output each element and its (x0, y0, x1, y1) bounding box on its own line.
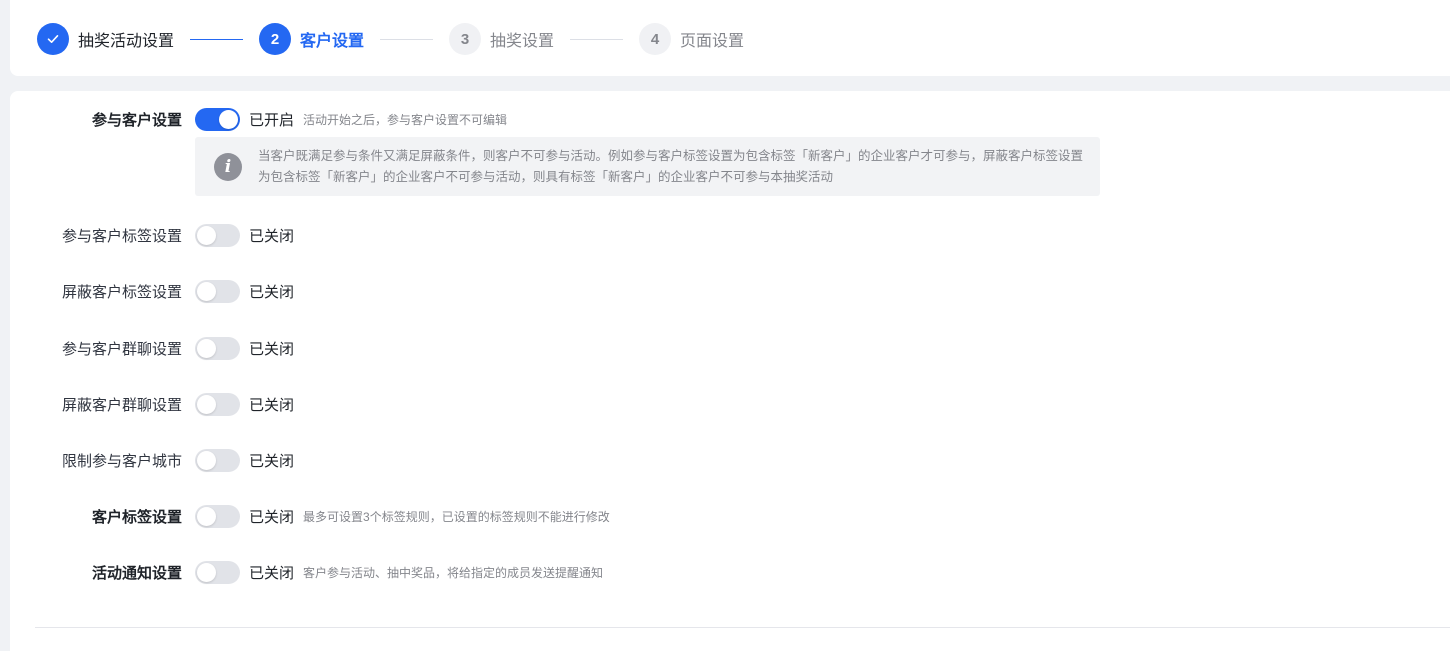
blocked-group-toggle[interactable] (195, 392, 240, 416)
participant-tag-status: 已关闭 (249, 227, 295, 245)
notification-hint: 客户参与活动、抽中奖品，将给指定的成员发送提醒通知 (303, 565, 604, 580)
blocked-tag-label: 屏蔽客户标签设置 (61, 283, 182, 301)
customer-tag-label: 客户标签设置 (91, 508, 182, 526)
toggle-knob (197, 506, 216, 526)
step-1[interactable]: 抽奖活动设置 (37, 23, 174, 55)
step-4-label: 页面设置 (680, 33, 745, 50)
step-3-label: 抽奖设置 (490, 33, 555, 50)
toggle-knob (219, 109, 238, 129)
notice-text: 当客户既满足参与条件又满足屏蔽条件，则客户不可参与活动。例如参与客户标签设置为包… (258, 148, 1084, 184)
participant-group-status: 已关闭 (249, 340, 295, 358)
city-limit-status: 已关闭 (249, 452, 295, 470)
blocked-tag-row: 屏蔽客户标签设置 已关闭 (10, 279, 294, 303)
customer-tag-status: 已关闭 (249, 508, 295, 526)
notification-row: 活动通知设置 已关闭 客户参与活动、抽中奖品，将给指定的成员发送提醒通知 (10, 560, 603, 584)
participant-setting-status: 已开启 (249, 111, 295, 129)
participant-group-row: 参与客户群聊设置 已关闭 (10, 336, 294, 360)
notification-toggle[interactable] (195, 560, 240, 584)
customer-tag-toggle[interactable] (195, 504, 240, 528)
participant-tag-toggle[interactable] (195, 223, 240, 247)
step-connector (380, 38, 434, 40)
participant-group-label: 参与客户群聊设置 (61, 340, 182, 358)
step-2-number: 2 (259, 23, 292, 55)
steps-bar: 抽奖活动设置 2 客户设置 3 抽奖设置 4 页面设置 (37, 23, 744, 55)
step-1-check-circle (37, 23, 69, 55)
toggle-knob (197, 562, 216, 582)
notification-label: 活动通知设置 (91, 564, 182, 582)
city-limit-row: 限制参与客户城市 已关闭 (10, 448, 294, 472)
customer-tag-row: 客户标签设置 已关闭 最多可设置3个标签规则，已设置的标签规则不能进行修改 (10, 504, 610, 528)
step-connector (570, 38, 624, 40)
steps-card: 抽奖活动设置 2 客户设置 3 抽奖设置 4 页面设置 (10, 0, 1450, 76)
customer-settings-form: 参与客户设置 已开启 活动开始之后，参与客户设置不可编辑 i 当客户既满足参与条… (10, 91, 1450, 651)
step-1-label: 抽奖活动设置 (78, 33, 175, 50)
toggle-knob (197, 338, 216, 358)
participant-setting-hint: 活动开始之后，参与客户设置不可编辑 (303, 112, 508, 127)
condition-notice: i 当客户既满足参与条件又满足屏蔽条件，则客户不可参与活动。例如参与客户标签设置… (195, 137, 1100, 196)
step-2-label: 客户设置 (300, 33, 365, 50)
bottom-divider (35, 627, 1450, 628)
city-limit-label: 限制参与客户城市 (61, 452, 182, 470)
toggle-knob (197, 450, 216, 470)
info-icon: i (214, 152, 242, 181)
toggle-knob (197, 281, 216, 301)
participant-tag-label: 参与客户标签设置 (61, 227, 182, 245)
blocked-tag-status: 已关闭 (249, 283, 295, 301)
blocked-group-label: 屏蔽客户群聊设置 (61, 396, 182, 414)
participant-group-toggle[interactable] (195, 336, 240, 360)
step-3[interactable]: 3 抽奖设置 (449, 23, 554, 55)
notification-status: 已关闭 (249, 564, 295, 582)
blocked-group-status: 已关闭 (249, 396, 295, 414)
toggle-knob (197, 394, 216, 414)
step-3-number: 3 (449, 23, 482, 55)
blocked-group-row: 屏蔽客户群聊设置 已关闭 (10, 392, 294, 416)
participant-setting-row: 参与客户设置 已开启 活动开始之后，参与客户设置不可编辑 (10, 107, 507, 131)
step-connector (190, 38, 244, 40)
customer-tag-hint: 最多可设置3个标签规则，已设置的标签规则不能进行修改 (303, 509, 610, 524)
participant-setting-toggle[interactable] (195, 107, 240, 131)
step-2[interactable]: 2 客户设置 (259, 23, 364, 55)
blocked-tag-toggle[interactable] (195, 279, 240, 303)
city-limit-toggle[interactable] (195, 448, 240, 472)
check-icon (47, 35, 59, 43)
toggle-knob (197, 225, 216, 245)
step-4[interactable]: 4 页面设置 (639, 23, 744, 55)
participant-tag-row: 参与客户标签设置 已关闭 (10, 223, 294, 247)
step-4-number: 4 (639, 23, 672, 55)
participant-setting-label: 参与客户设置 (91, 111, 182, 129)
